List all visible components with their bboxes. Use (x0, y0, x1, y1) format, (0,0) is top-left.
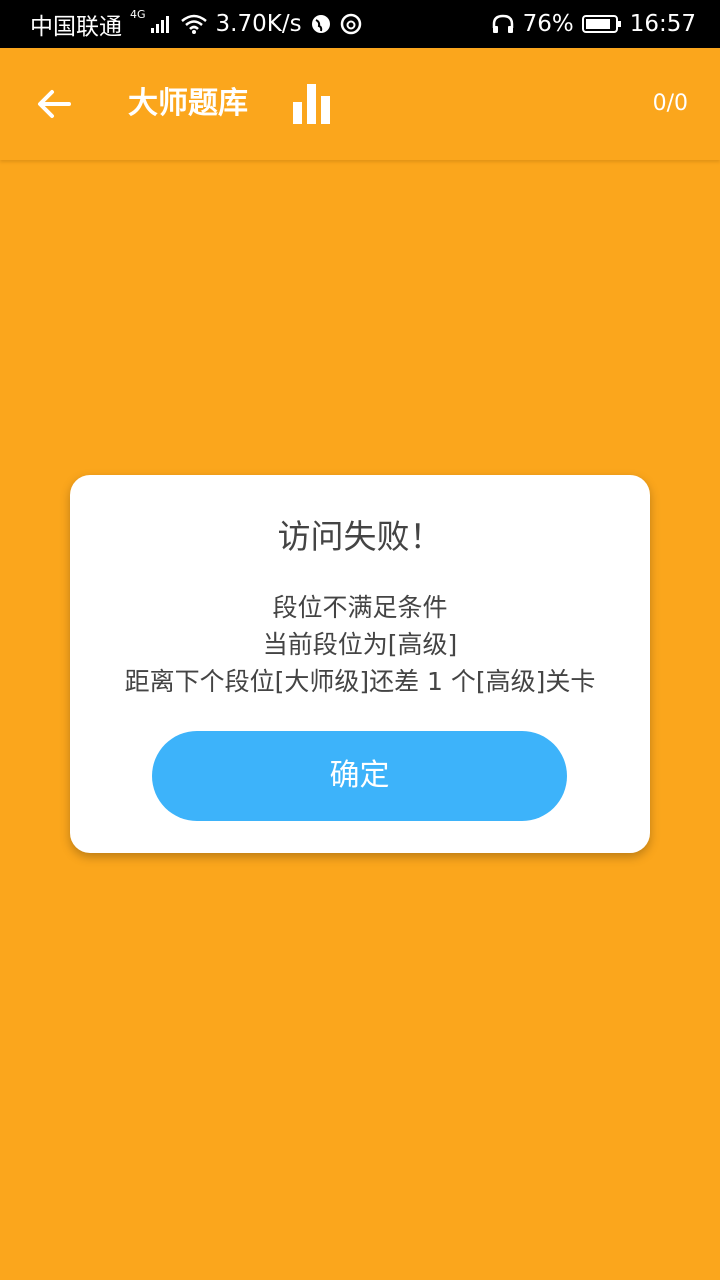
network-speed: 3.70K/s (215, 11, 302, 37)
status-right: 76% 16:57 (491, 11, 696, 37)
status-left: 中国联通 4G 3.70K/s (30, 7, 362, 41)
dialog-message-line: 段位不满足条件 (272, 593, 448, 622)
confirm-button[interactable]: 确定 (152, 731, 567, 821)
music-app-icon (340, 13, 362, 35)
battery-percent: 76% (522, 11, 574, 37)
back-button[interactable] (32, 84, 76, 124)
headphones-icon (491, 13, 515, 35)
dialog-title: 访问失败！ (277, 517, 443, 556)
question-progress: 0/0 (652, 91, 688, 116)
signal-icon (150, 14, 172, 34)
network-type: 4G (130, 7, 146, 21)
carrier-name: 中国联通 (30, 14, 122, 40)
page-title: 大师题库 (128, 86, 248, 121)
status-bar: 中国联通 4G 3.70K/s 76% 16:57 (0, 0, 720, 48)
back-arrow-icon (38, 90, 71, 118)
battery-icon (581, 14, 622, 34)
wifi-icon (180, 13, 208, 35)
clock: 16:57 (629, 11, 696, 37)
bar-chart-icon (293, 84, 330, 124)
dialog-message-line: 距离下个段位[大师级]还差 1 个[高级]关卡 (124, 667, 596, 696)
globe-icon (310, 13, 332, 35)
app-bar: 大师题库 0/0 (0, 48, 720, 160)
stats-button[interactable] (290, 82, 334, 126)
dialog-message-line: 当前段位为[高级] (262, 630, 458, 659)
